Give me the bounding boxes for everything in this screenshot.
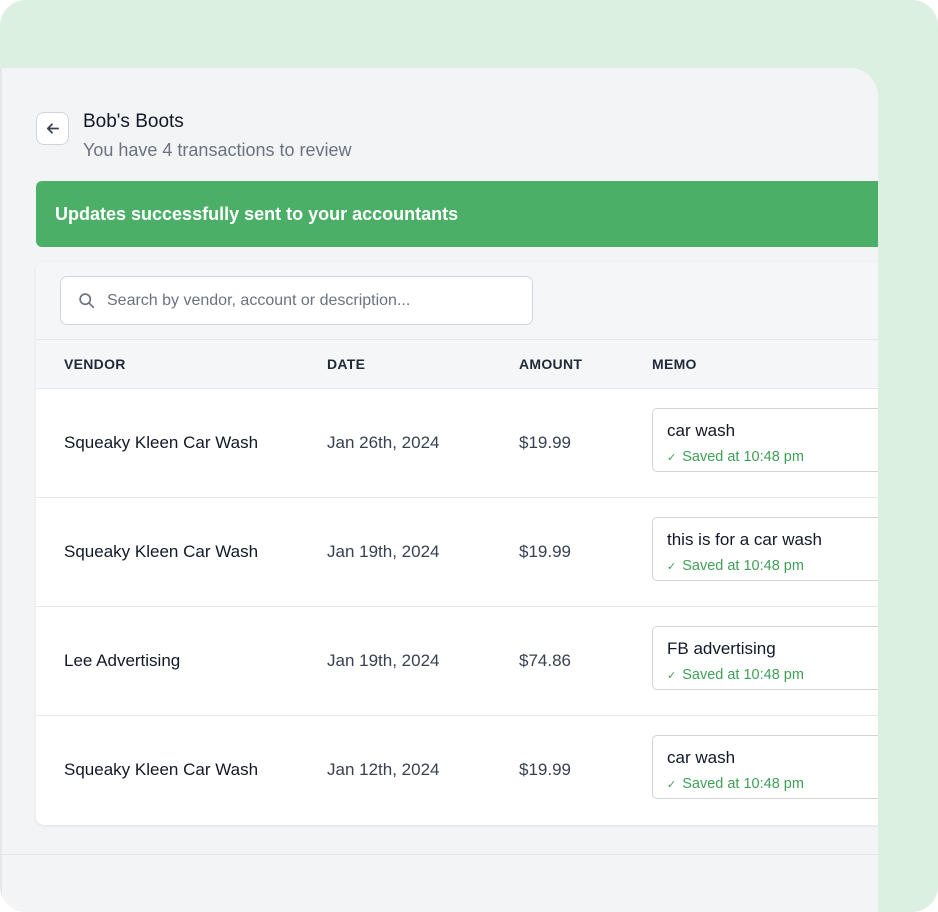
memo-field[interactable]: car wash ✓ Saved at 10:48 pm bbox=[652, 408, 878, 472]
page-title: Bob's Boots bbox=[83, 111, 184, 132]
table-row[interactable]: Squeaky Kleen Car Wash Jan 12th, 2024 $1… bbox=[36, 716, 878, 825]
column-header-vendor[interactable]: VENDOR bbox=[64, 340, 126, 389]
check-icon: ✓ bbox=[667, 669, 677, 682]
success-banner: Updates successfully sent to your accoun… bbox=[36, 181, 878, 247]
amount-cell: $19.99 bbox=[519, 542, 571, 561]
check-icon: ✓ bbox=[667, 778, 677, 791]
page-header: Bob's Boots You have 4 transactions to r… bbox=[36, 110, 352, 162]
date-cell: Jan 26th, 2024 bbox=[327, 433, 440, 452]
vendor-cell: Squeaky Kleen Car Wash bbox=[64, 433, 259, 452]
vendor-cell: Lee Advertising bbox=[64, 651, 181, 670]
transactions-card: VENDOR DATE AMOUNT MEMO Squeaky Kleen Ca… bbox=[36, 262, 878, 825]
table-body: Squeaky Kleen Car Wash Jan 26th, 2024 $1… bbox=[36, 389, 878, 825]
amount-cell: $19.99 bbox=[519, 433, 571, 452]
table-row[interactable]: Lee Advertising Jan 19th, 2024 $74.86 FB… bbox=[36, 607, 878, 716]
amount-cell: $19.99 bbox=[519, 760, 571, 779]
saved-status-text: Saved at 10:48 pm bbox=[682, 667, 804, 683]
date-cell: Jan 19th, 2024 bbox=[327, 651, 440, 670]
page-subtitle: You have 4 transactions to review bbox=[83, 140, 352, 160]
saved-status: ✓ Saved at 10:48 pm bbox=[667, 667, 878, 683]
column-header-memo: MEMO bbox=[652, 356, 697, 372]
saved-status-text: Saved at 10:48 pm bbox=[682, 776, 804, 792]
column-header-date[interactable]: DATE bbox=[327, 340, 365, 389]
saved-status-text: Saved at 10:48 pm bbox=[682, 558, 804, 574]
memo-text: FB advertising bbox=[667, 639, 776, 658]
header-text: Bob's Boots You have 4 transactions to r… bbox=[83, 110, 352, 162]
vendor-cell: Squeaky Kleen Car Wash bbox=[64, 542, 259, 561]
outer-frame: Bob's Boots You have 4 transactions to r… bbox=[0, 0, 938, 912]
memo-field[interactable]: this is for a car wash ✓ Saved at 10:48 … bbox=[652, 517, 878, 581]
saved-status: ✓ Saved at 10:48 pm bbox=[667, 558, 878, 574]
check-icon: ✓ bbox=[667, 451, 677, 464]
amount-cell: $74.86 bbox=[519, 651, 571, 670]
bottom-strip bbox=[2, 854, 878, 912]
table-row[interactable]: Squeaky Kleen Car Wash Jan 26th, 2024 $1… bbox=[36, 389, 878, 498]
search-input[interactable] bbox=[107, 291, 507, 310]
vendor-cell: Squeaky Kleen Car Wash bbox=[64, 760, 259, 779]
table-header: VENDOR DATE AMOUNT MEMO bbox=[36, 340, 878, 389]
column-header-amount[interactable]: AMOUNT bbox=[519, 340, 582, 389]
date-cell: Jan 12th, 2024 bbox=[327, 760, 440, 779]
back-button[interactable] bbox=[36, 112, 69, 145]
memo-text: this is for a car wash bbox=[667, 530, 822, 549]
memo-field[interactable]: car wash ✓ Saved at 10:48 pm bbox=[652, 735, 878, 799]
search-area bbox=[36, 262, 878, 340]
saved-status: ✓ Saved at 10:48 pm bbox=[667, 449, 878, 465]
memo-text: car wash bbox=[667, 421, 736, 440]
search-icon bbox=[79, 293, 95, 309]
saved-status-text: Saved at 10:48 pm bbox=[682, 449, 804, 465]
date-cell: Jan 19th, 2024 bbox=[327, 542, 440, 561]
table-row[interactable]: Squeaky Kleen Car Wash Jan 19th, 2024 $1… bbox=[36, 498, 878, 607]
check-icon: ✓ bbox=[667, 560, 677, 573]
saved-status: ✓ Saved at 10:48 pm bbox=[667, 776, 878, 792]
arrow-left-icon bbox=[46, 123, 59, 134]
review-panel: Bob's Boots You have 4 transactions to r… bbox=[0, 68, 878, 912]
memo-text: car wash bbox=[667, 748, 736, 767]
search-box[interactable] bbox=[60, 276, 533, 325]
memo-field[interactable]: FB advertising ✓ Saved at 10:48 pm bbox=[652, 626, 878, 690]
